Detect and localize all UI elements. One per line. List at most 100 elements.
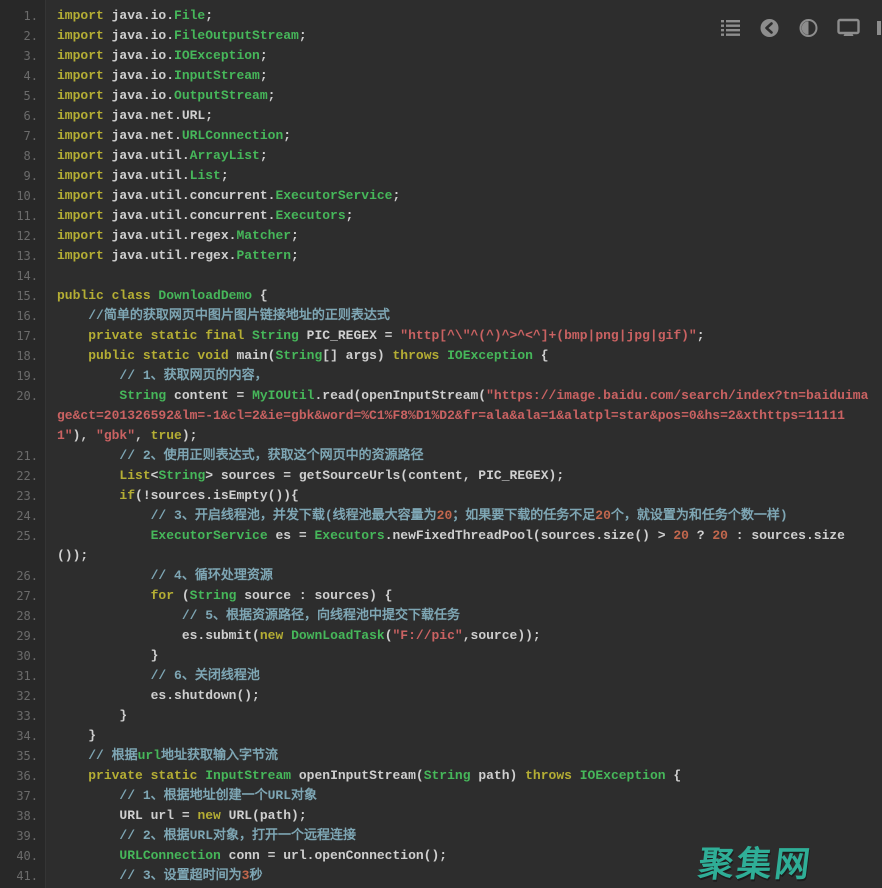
viewer-toolbar [720,18,858,38]
line-number: 9. [0,166,46,186]
clipped-edge-icon[interactable] [876,18,882,38]
line-number: 27. [0,586,46,606]
code-line: 37. // 1、根据地址创建一个URL对象 [0,786,882,806]
line-number: 1. [0,6,46,26]
code-line: 36. private static InputStream openInput… [0,766,882,786]
code-text: import java.util.regex.Pattern; [46,246,882,266]
line-number: 41. [0,866,46,886]
line-number: 12. [0,226,46,246]
code-line: 17. private static final String PIC_REGE… [0,326,882,346]
code-text: import java.io.OutputStream; [46,86,882,106]
line-number: 37. [0,786,46,806]
code-line: 13.import java.util.regex.Pattern; [0,246,882,266]
line-number: 5. [0,86,46,106]
code-line: 6.import java.net.URL; [0,106,882,126]
code-text: import java.net.URL; [46,106,882,126]
code-line: 24. // 3、开启线程池，并发下载(线程池最大容量为20；如果要下载的任务不… [0,506,882,526]
code-line: 16. //简单的获取网页中图片图片链接地址的正则表达式 [0,306,882,326]
line-number: 6. [0,106,46,126]
code-line: 5.import java.io.OutputStream; [0,86,882,106]
line-number: 21. [0,446,46,466]
code-line: 3.import java.io.IOException; [0,46,882,66]
line-number: 16. [0,306,46,326]
code-text: ExecutorService es = Executors.newFixedT… [46,526,882,566]
code-text: } [46,646,882,666]
back-circle-icon[interactable] [759,18,780,38]
code-text: es.shutdown(); [46,686,882,706]
line-number: 17. [0,326,46,346]
code-line: 23. if(!sources.isEmpty()){ [0,486,882,506]
code-text: String content = MyIOUtil.read(openInput… [46,386,882,446]
code-line: 34. } [0,726,882,746]
code-line: 38. URL url = new URL(path); [0,806,882,826]
line-number: 29. [0,626,46,646]
monitor-icon[interactable] [837,18,858,38]
code-line: 8.import java.util.ArrayList; [0,146,882,166]
code-line: 11.import java.util.concurrent.Executors… [0,206,882,226]
code-text: // 根据url地址获取输入字节流 [46,746,882,766]
contrast-icon[interactable] [798,18,819,38]
line-number: 11. [0,206,46,226]
line-number: 20. [0,386,46,446]
code-line: 15.public class DownloadDemo { [0,286,882,306]
code-line: 18. public static void main(String[] arg… [0,346,882,366]
code-line: 12.import java.util.regex.Matcher; [0,226,882,246]
code-line: 32. es.shutdown(); [0,686,882,706]
line-number: 32. [0,686,46,706]
code-line: 26. // 4、循环处理资源 [0,566,882,586]
code-text: import java.util.concurrent.ExecutorServ… [46,186,882,206]
code-text: import java.io.IOException; [46,46,882,66]
code-text: if(!sources.isEmpty()){ [46,486,882,506]
code-text: // 1、根据地址创建一个URL对象 [46,786,882,806]
code-text: // 6、关闭线程池 [46,666,882,686]
code-line: 4.import java.io.InputStream; [0,66,882,86]
code-line: 10.import java.util.concurrent.ExecutorS… [0,186,882,206]
code-line: 35. // 根据url地址获取输入字节流 [0,746,882,766]
code-text: public static void main(String[] args) t… [46,346,882,366]
line-number: 24. [0,506,46,526]
line-number: 38. [0,806,46,826]
code-line: 14. [0,266,882,286]
line-number: 18. [0,346,46,366]
code-line: 7.import java.net.URLConnection; [0,126,882,146]
code-text: } [46,726,882,746]
code-text: // 1、获取网页的内容， [46,366,882,386]
code-text: public class DownloadDemo { [46,286,882,306]
code-text: // 3、开启线程池，并发下载(线程池最大容量为20；如果要下载的任务不足20个… [46,506,882,526]
code-lines: 1.import java.io.File;2.import java.io.F… [0,6,882,888]
code-text: } [46,706,882,726]
code-line: 22. List<String> sources = getSourceUrls… [0,466,882,486]
code-text: import java.net.URLConnection; [46,126,882,146]
line-number: 19. [0,366,46,386]
code-line: 27. for (String source : sources) { [0,586,882,606]
code-text: //简单的获取网页中图片图片链接地址的正则表达式 [46,306,882,326]
code-editor: 1.import java.io.File;2.import java.io.F… [0,0,882,888]
code-line: 25. ExecutorService es = Executors.newFi… [0,526,882,566]
line-number: 40. [0,846,46,866]
code-text: // 5、根据资源路径，向线程池中提交下载任务 [46,606,882,626]
code-text: // 2、使用正则表达式，获取这个网页中的资源路径 [46,446,882,466]
code-text: URL url = new URL(path); [46,806,882,826]
code-text: // 4、循环处理资源 [46,566,882,586]
code-text: import java.util.concurrent.Executors; [46,206,882,226]
code-line: 31. // 6、关闭线程池 [0,666,882,686]
code-text [46,266,882,286]
code-line: 33. } [0,706,882,726]
line-number: 8. [0,146,46,166]
code-text: import java.io.InputStream; [46,66,882,86]
code-line: 30. } [0,646,882,666]
line-number: 13. [0,246,46,266]
code-line: 9.import java.util.List; [0,166,882,186]
line-number: 10. [0,186,46,206]
line-number: 31. [0,666,46,686]
line-number: 4. [0,66,46,86]
line-number: 26. [0,566,46,586]
code-line: 28. // 5、根据资源路径，向线程池中提交下载任务 [0,606,882,626]
line-number: 2. [0,26,46,46]
line-number: 30. [0,646,46,666]
line-number: 23. [0,486,46,506]
code-text: List<String> sources = getSourceUrls(con… [46,466,882,486]
line-number: 35. [0,746,46,766]
code-text: import java.util.regex.Matcher; [46,226,882,246]
list-icon[interactable] [720,18,741,38]
